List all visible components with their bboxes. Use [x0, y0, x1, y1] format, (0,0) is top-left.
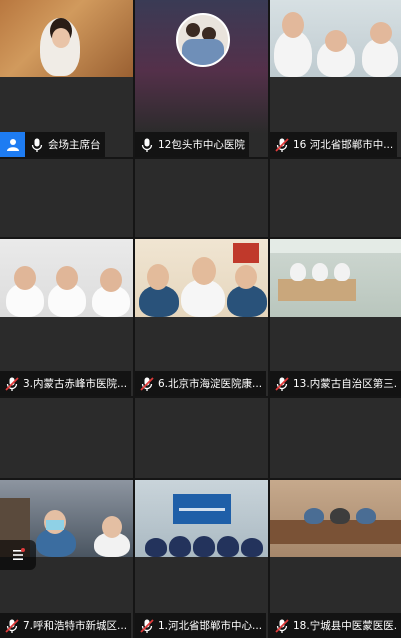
participant-tile-1[interactable]: 12包头市中心医院 [135, 0, 268, 157]
participant-tile-6[interactable]: 3.内蒙古赤峰市医院... [0, 239, 133, 396]
participant-name: 3.内蒙古赤峰市医院... [23, 378, 128, 390]
participant-name: 12包头市中心医院 [158, 139, 245, 151]
microphone-muted-icon [275, 618, 289, 633]
participant-tile-9[interactable] [0, 398, 133, 478]
participant-list-button[interactable] [0, 540, 36, 570]
video-feed [0, 0, 133, 77]
video-feed [270, 480, 401, 557]
list-icon [13, 548, 25, 560]
participant-tile-5[interactable] [270, 159, 401, 237]
participant-tile-11[interactable] [270, 398, 401, 478]
video-grid: 会场主席台 12包头市中心医院 16 河北省邯郸市中... 3.内蒙古赤峰市医院… [0, 0, 401, 638]
video-feed [270, 0, 401, 77]
participant-label: 1.河北省邯郸市中心... [135, 613, 267, 638]
participant-tile-12[interactable]: 7.呼和浩特市新城区... [0, 480, 133, 638]
video-feed [135, 239, 268, 317]
participant-tile-2[interactable]: 16 河北省邯郸市中... [270, 0, 401, 157]
participant-label: 6.北京市海淀医院康... [135, 371, 267, 396]
participant-label: 3.内蒙古赤峰市医院... [0, 371, 132, 396]
participant-name: 1.河北省邯郸市中心... [158, 620, 263, 632]
participant-tile-7[interactable]: 6.北京市海淀医院康... [135, 239, 268, 396]
microphone-muted-icon [140, 618, 154, 633]
microphone-muted-icon [5, 376, 19, 391]
host-badge [0, 132, 25, 157]
microphone-muted-icon [275, 137, 289, 152]
participant-tile-8[interactable]: 13.内蒙古自治区第三... [270, 239, 401, 396]
microphone-muted-icon [5, 618, 19, 633]
participant-tile-13[interactable]: 1.河北省邯郸市中心... [135, 480, 268, 638]
participant-label: 18.宁城县中医蒙医医... [270, 613, 401, 638]
microphone-muted-icon [140, 376, 154, 391]
participant-label: 7.呼和浩特市新城区... [0, 613, 132, 638]
participant-name: 会场主席台 [48, 139, 101, 151]
participant-label: 12包头市中心医院 [135, 132, 249, 157]
microphone-icon [141, 138, 153, 152]
microphone-muted-icon [275, 376, 289, 391]
video-feed [270, 239, 401, 317]
participant-tile-0[interactable]: 会场主席台 [0, 0, 133, 157]
participant-label: 16 河北省邯郸市中... [270, 132, 398, 157]
video-feed [0, 239, 133, 317]
participant-name: 6.北京市海淀医院康... [158, 378, 263, 390]
participant-tile-3[interactable] [0, 159, 133, 237]
participant-name: 16 河北省邯郸市中... [293, 139, 394, 151]
video-feed [135, 480, 268, 557]
participant-name: 13.内蒙古自治区第三... [293, 378, 397, 390]
person-icon [6, 138, 19, 151]
avatar [176, 13, 230, 67]
participant-tile-4[interactable] [135, 159, 268, 237]
participant-label: 会场主席台 [0, 132, 105, 157]
participant-tile-14[interactable]: 18.宁城县中医蒙医医... [270, 480, 401, 638]
participant-name: 18.宁城县中医蒙医医... [293, 620, 397, 632]
microphone-icon [31, 138, 43, 152]
participant-label: 13.内蒙古自治区第三... [270, 371, 401, 396]
participant-tile-10[interactable] [135, 398, 268, 478]
participant-name: 7.呼和浩特市新城区... [23, 620, 128, 632]
